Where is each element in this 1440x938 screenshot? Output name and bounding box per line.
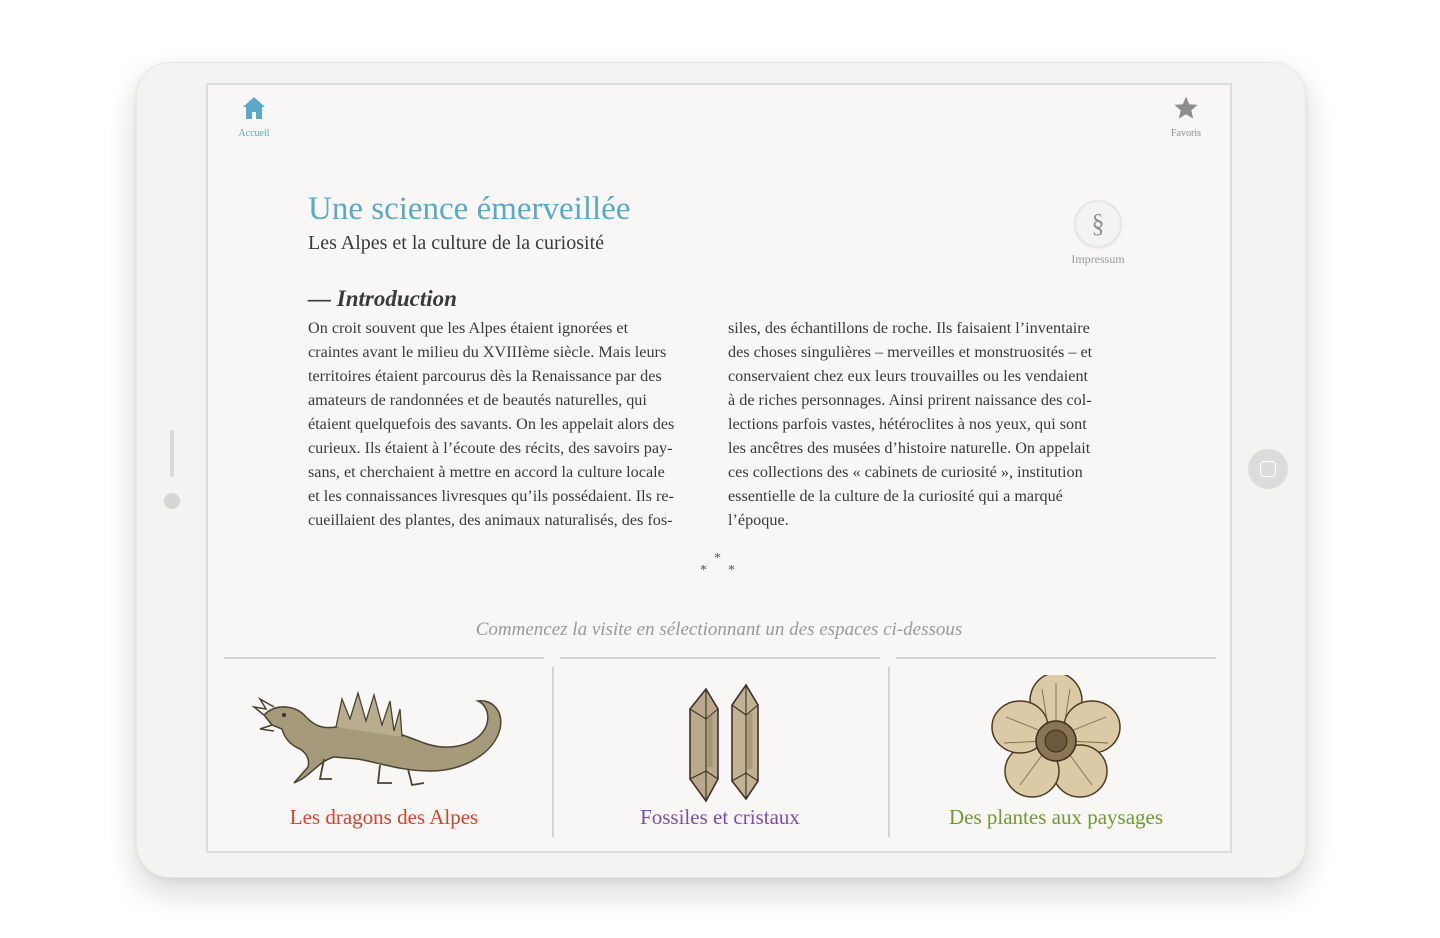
dragon-illustration-icon [224,675,544,805]
impressum-label: Impressum [1071,252,1125,266]
camera-dot [164,493,180,509]
crystals-illustration-icon [560,675,880,805]
page-subtitle: Les Alpes et la culture de la curiosité [308,232,605,254]
text-line: des choses singulières – merveilles et m… [728,343,1093,361]
home-icon [243,97,265,119]
section-label-plants: Des plantes aux paysages [948,805,1164,829]
home-button-square-icon [1260,461,1276,477]
card-divider [224,657,544,659]
intro-column-1: On croit souvent que les Alpes étaient i… [308,316,713,532]
cta-text: Commencez la visite en sélectionnant un … [475,619,963,640]
flower-illustration-icon [896,672,1216,805]
section-sign-icon: § [1074,200,1122,248]
text-line: et les connaissances livresques qu’ils p… [308,487,674,505]
text-line: curieux. Ils étaient à l’écoute des réci… [308,439,673,457]
star-icon [1174,96,1198,119]
text-line: étaient quelquefois des savants. On les … [308,415,675,433]
app-screen: Accueil Favoris Une science émerveillée … [206,83,1232,853]
intro-heading: — Introduction [308,286,457,311]
camera-slit [170,430,174,477]
nav-home-label: Accueil [238,128,270,139]
text-line: ces collections des « cabinets de curios… [728,463,1083,481]
section-label-dragons: Les dragons des Alpes [289,805,479,829]
text-line: cueillaient des plantes, des animaux nat… [308,511,673,529]
section-card-plants[interactable]: Des plantes aux paysages [896,657,1216,837]
text-line: craintes avant le milieu du XVIIIème siè… [308,343,667,361]
card-divider [560,657,880,659]
text-line: essentielle de la culture de la curiosit… [728,487,1063,505]
text-line: territoires étaient parcourus dès la Ren… [308,367,662,385]
card-separator [552,667,554,837]
section-card-dragons[interactable]: Les dragons des Alpes [224,657,544,837]
text-line: siles, des échantillons de roche. Ils fa… [728,319,1090,337]
nav-home[interactable]: Accueil [224,95,284,139]
text-line: lections parfois vastes, hétéroclites à … [728,415,1087,433]
card-divider [896,657,1216,659]
text-line: On croit souvent que les Alpes étaient i… [308,319,629,337]
text-line: sans, et cherchaient à mettre en accord … [308,463,665,481]
text-line: à de riches personnages. Ainsi prirent n… [728,391,1092,409]
text-line: conservaient chez eux leurs trouvailles … [728,367,1089,385]
text-line: amateurs de randonnées et de beautés nat… [308,391,647,409]
section-label-fossils: Fossiles et cristaux [640,805,800,829]
nav-favorites[interactable]: Favoris [1156,95,1216,139]
asterism-divider: * * * [700,551,735,578]
device-home-button[interactable] [1248,449,1288,489]
text-line: l’époque. [728,511,789,529]
card-separator [888,667,890,837]
section-card-fossils[interactable]: Fossiles et cristaux [560,657,880,837]
nav-favorites-label: Favoris [1171,128,1201,139]
intro-column-2: siles, des échantillons de roche. Ils fa… [728,316,1133,532]
page-title: Une science émerveillée [308,191,631,227]
impressum-button[interactable]: § Impressum [1064,200,1132,267]
text-line: les ancêtres des musées d’histoire natur… [728,439,1091,457]
